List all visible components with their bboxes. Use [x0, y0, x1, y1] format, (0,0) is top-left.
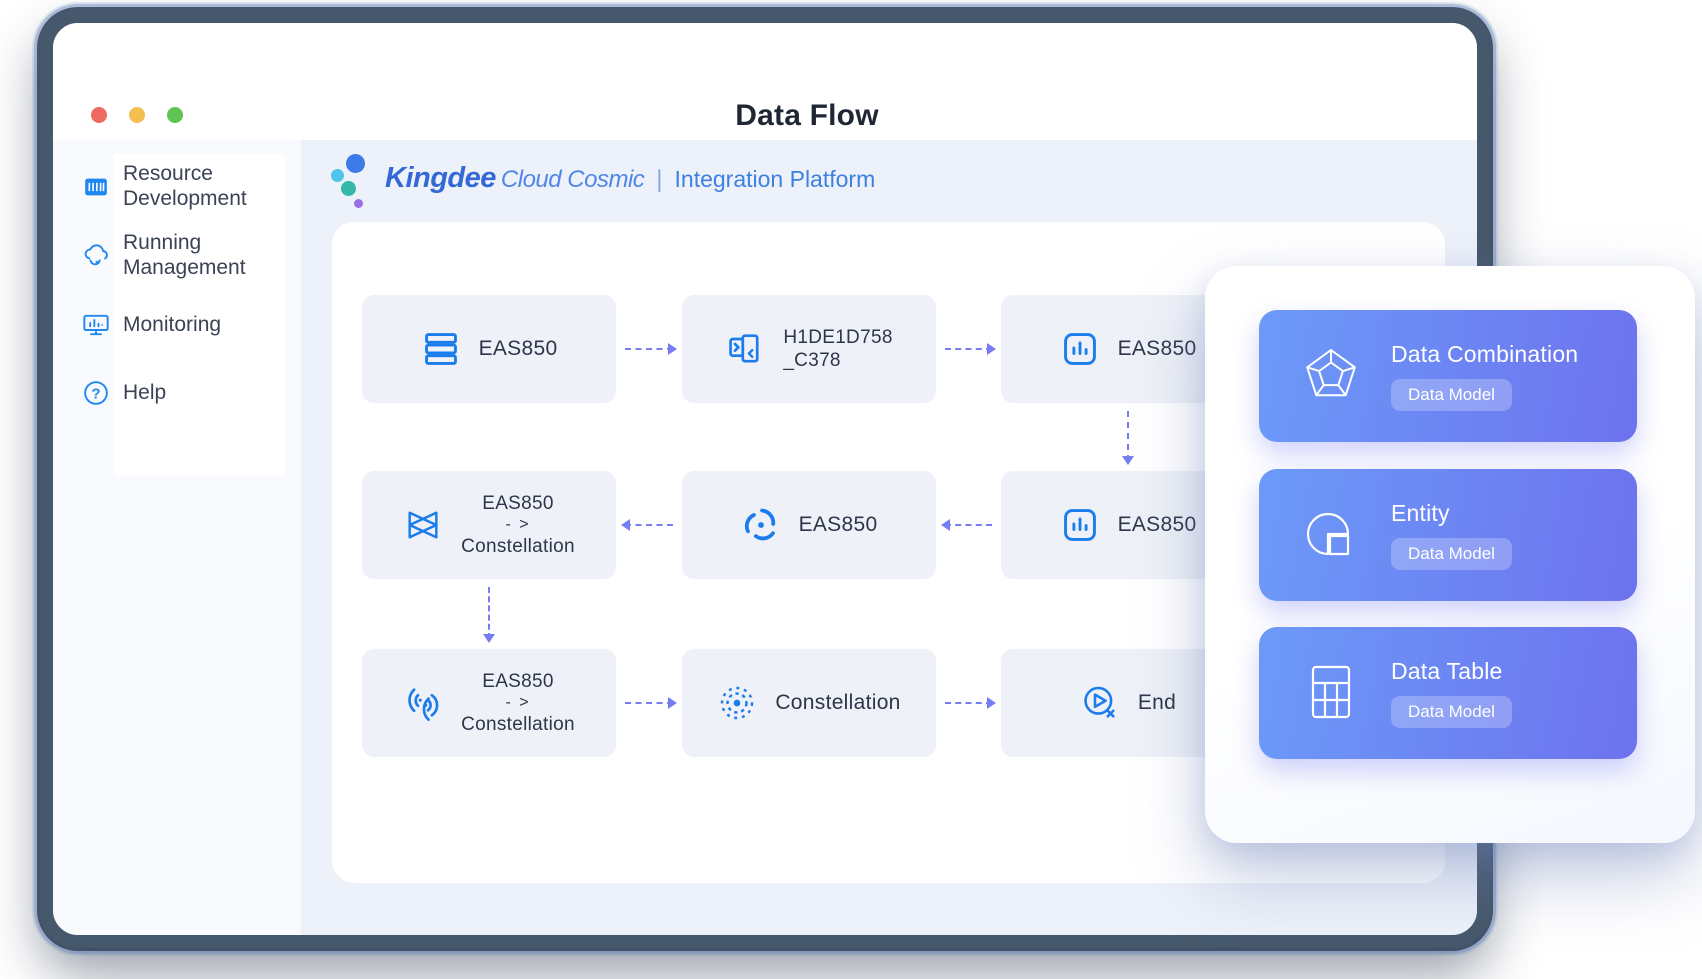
flow-node-label-line: EAS850 — [799, 512, 878, 538]
logo-dot-teal — [341, 181, 356, 196]
svg-text:?: ? — [91, 386, 100, 403]
card-title: Entity — [1391, 500, 1512, 527]
close-button[interactable] — [91, 107, 107, 123]
flow-arrow-right — [625, 348, 673, 350]
card-badge: Data Model — [1391, 379, 1512, 411]
logo-dot-cyan — [331, 169, 344, 182]
flow-arrow-right — [625, 702, 673, 704]
flow-node-label: H1DE1D758_C378 — [783, 326, 892, 372]
resource-icon — [81, 172, 111, 202]
brand-name: Kingdee — [385, 162, 496, 195]
card-text: Data Table Data Model — [1391, 658, 1512, 728]
flow-node-label-line: - > — [505, 693, 530, 713]
flow-node[interactable]: H1DE1D758_C378 — [682, 295, 936, 403]
data-model-panel: Data Combination Data Model Entity Data Mod… — [1205, 266, 1695, 843]
flow-node-label: End — [1138, 690, 1176, 716]
end-icon — [1080, 683, 1120, 723]
flow-node-label: EAS850- >Constellation — [461, 492, 575, 558]
signal-icon — [403, 683, 443, 723]
flow-node-label: EAS850 — [1118, 336, 1197, 362]
flow-node-label-line: EAS850 — [479, 336, 558, 362]
card-title: Data Table — [1391, 658, 1512, 685]
brand-logo: Kingdee Cloud Cosmic | Integration Platf… — [331, 150, 875, 212]
window-title: Data Flow — [735, 99, 878, 133]
spiral-icon — [741, 505, 781, 545]
card-title: Data Combination — [1391, 341, 1578, 368]
kingdee-logo-icon — [331, 150, 375, 212]
title-bar: Data Flow — [53, 23, 1477, 140]
sidebar-item-label: Monitoring — [123, 313, 221, 338]
sidebar-item-monitoring[interactable]: Monitoring — [81, 310, 293, 340]
card-badge: Data Model — [1391, 538, 1512, 570]
flow-node[interactable]: EAS850- >Constellation — [362, 649, 616, 757]
pentagon-icon — [1299, 344, 1363, 408]
cloud-sync-icon — [81, 241, 111, 271]
card-text: Entity Data Model — [1391, 500, 1512, 570]
chart-icon — [1060, 505, 1100, 545]
card-entity[interactable]: Entity Data Model — [1259, 469, 1637, 601]
flow-arrow-down — [1127, 411, 1129, 461]
traffic-lights — [91, 107, 183, 123]
card-badge: Data Model — [1391, 696, 1512, 728]
dots-circle-icon — [717, 683, 757, 723]
flow-node-label: Constellation — [775, 690, 900, 716]
sidebar-item-resource-development[interactable]: Resource Development — [81, 162, 293, 211]
pages-icon — [725, 329, 765, 369]
flow-node-label: EAS850 — [1118, 512, 1197, 538]
flow-arrow-right — [945, 702, 992, 704]
screen: Data Flow Resource Development Running Ma… — [0, 0, 1702, 979]
card-text: Data Combination Data Model — [1391, 341, 1578, 411]
flow-node-label-line: EAS850 — [482, 670, 554, 693]
sidebar: Resource Development Running Management Mo… — [53, 140, 301, 935]
brand-platform: Integration Platform — [675, 166, 876, 193]
flow-node[interactable]: EAS850 — [362, 295, 616, 403]
monitor-icon — [81, 310, 111, 340]
entity-icon — [1299, 503, 1363, 567]
chart-icon — [1060, 329, 1100, 369]
flow-node-label-line: Constellation — [461, 713, 575, 736]
table-icon — [1299, 661, 1363, 725]
sidebar-menu: Resource Development Running Management Mo… — [81, 162, 293, 408]
flow-node-label-line: Constellation — [775, 690, 900, 716]
bowtie-icon — [403, 505, 443, 545]
brand-separator: | — [656, 166, 662, 194]
sidebar-item-running-management[interactable]: Running Management — [81, 231, 293, 280]
zoom-button[interactable] — [167, 107, 183, 123]
flow-node-label: EAS850 — [799, 512, 878, 538]
sidebar-item-help[interactable]: ? Help — [81, 378, 293, 408]
brand-text: Kingdee Cloud Cosmic | Integration Platf… — [385, 162, 875, 201]
flow-node-label: EAS850 — [479, 336, 558, 362]
flow-node-label-line: - > — [505, 515, 530, 535]
flow-arrow-left — [625, 524, 673, 526]
flow-node-label-line: EAS850 — [1118, 336, 1197, 362]
sidebar-item-label: Help — [123, 381, 166, 406]
flow-node-label-line: EAS850 — [482, 492, 554, 515]
flow-node-label-line: Constellation — [461, 535, 575, 558]
sidebar-item-label: Running Management — [123, 231, 255, 280]
flow-node-label-line: _C378 — [783, 349, 841, 372]
sidebar-item-label: Resource Development — [123, 162, 255, 211]
flow-node[interactable]: EAS850 — [682, 471, 936, 579]
flow-node[interactable]: Constellation — [682, 649, 936, 757]
flow-node[interactable]: EAS850- >Constellation — [362, 471, 616, 579]
brand-product: Cloud Cosmic — [501, 166, 644, 194]
flow-node-label-line: H1DE1D758 — [783, 326, 892, 349]
flow-node-label: EAS850- >Constellation — [461, 670, 575, 736]
rows-icon — [421, 329, 461, 369]
minimize-button[interactable] — [129, 107, 145, 123]
flow-arrow-left — [945, 524, 992, 526]
flow-arrow-down — [488, 587, 490, 639]
flow-node-label-line: End — [1138, 690, 1176, 716]
help-icon: ? — [81, 378, 111, 408]
logo-dot-purple — [354, 199, 363, 208]
card-data-table[interactable]: Data Table Data Model — [1259, 627, 1637, 759]
flow-node-label-line: EAS850 — [1118, 512, 1197, 538]
flow-arrow-right — [945, 348, 992, 350]
logo-dot-blue — [346, 154, 365, 173]
card-data-combination[interactable]: Data Combination Data Model — [1259, 310, 1637, 442]
